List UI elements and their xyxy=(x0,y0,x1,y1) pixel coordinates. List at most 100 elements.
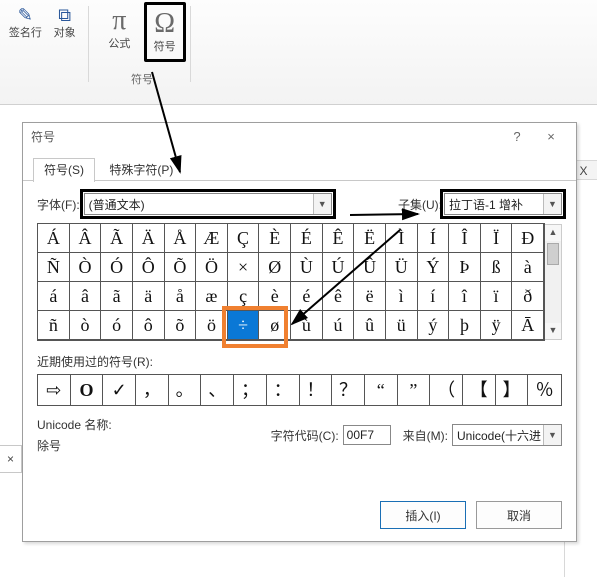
char-cell[interactable]: è xyxy=(259,282,291,311)
char-cell[interactable]: ã xyxy=(101,282,133,311)
scroll-down-icon[interactable]: ▼ xyxy=(545,323,561,339)
char-cell[interactable]: á xyxy=(38,282,70,311)
char-cell[interactable]: ô xyxy=(133,311,165,340)
recent-cell[interactable]: ” xyxy=(398,375,431,405)
recent-cell[interactable]: 】 xyxy=(496,375,529,405)
char-cell[interactable]: ü xyxy=(386,311,418,340)
recent-cell[interactable]: ？ xyxy=(332,375,365,405)
recent-cell[interactable]: ％ xyxy=(528,375,561,405)
dismiss-tab[interactable]: × xyxy=(0,445,22,473)
char-cell[interactable]: ë xyxy=(354,282,386,311)
help-button[interactable]: ? xyxy=(500,125,534,149)
char-cell[interactable]: à xyxy=(512,253,544,282)
recent-cell[interactable]: （ xyxy=(430,375,463,405)
char-cell[interactable]: ß xyxy=(481,253,513,282)
tab-special-chars[interactable]: 特殊字符(P) xyxy=(98,158,184,182)
chevron-down-icon[interactable]: ▼ xyxy=(313,194,331,214)
char-cell[interactable]: Ó xyxy=(101,253,133,282)
char-cell[interactable]: ö xyxy=(196,311,228,340)
subset-combo[interactable]: 拉丁语-1 增补 ▼ xyxy=(444,193,562,215)
char-cell[interactable]: ú xyxy=(323,311,355,340)
chargrid-scrollbar[interactable]: ▲ ▼ xyxy=(545,224,562,340)
recent-cell[interactable]: ✓ xyxy=(103,375,136,405)
tab-symbols[interactable]: 符号(S) xyxy=(33,158,95,182)
char-cell[interactable]: ï xyxy=(481,282,513,311)
char-cell[interactable]: æ xyxy=(196,282,228,311)
char-cell[interactable]: Ø xyxy=(259,253,291,282)
char-cell[interactable]: é xyxy=(291,282,323,311)
char-cell[interactable]: Ö xyxy=(196,253,228,282)
char-cell[interactable]: å xyxy=(165,282,197,311)
signature-line-button[interactable]: ✎ 签名行 xyxy=(7,2,43,42)
char-cell[interactable]: þ xyxy=(449,311,481,340)
char-cell-selected[interactable]: ÷ xyxy=(228,311,260,340)
font-combo[interactable]: (普通文本) ▼ xyxy=(84,193,332,215)
char-cell[interactable]: Ç xyxy=(228,224,260,253)
recent-cell[interactable]: 。 xyxy=(169,375,202,405)
char-cell[interactable]: Ù xyxy=(291,253,323,282)
char-cell[interactable]: ä xyxy=(133,282,165,311)
char-cell[interactable]: Ā xyxy=(512,311,544,340)
char-cell[interactable]: ì xyxy=(386,282,418,311)
scroll-thumb[interactable] xyxy=(547,243,559,265)
char-cell[interactable]: Þ xyxy=(449,253,481,282)
char-cell[interactable]: Ä xyxy=(133,224,165,253)
recent-cell[interactable]: ⇨ xyxy=(38,375,71,405)
char-cell[interactable]: ñ xyxy=(38,311,70,340)
char-cell[interactable]: Ü xyxy=(386,253,418,282)
char-cell[interactable]: ÿ xyxy=(481,311,513,340)
recent-cell[interactable]: 、 xyxy=(201,375,234,405)
char-cell[interactable]: Ï xyxy=(481,224,513,253)
char-cell[interactable]: Ñ xyxy=(38,253,70,282)
charcode-input[interactable] xyxy=(343,425,391,445)
char-cell[interactable]: Õ xyxy=(165,253,197,282)
chevron-down-icon[interactable]: ▼ xyxy=(543,425,561,445)
char-cell[interactable]: Ò xyxy=(70,253,102,282)
recent-cell[interactable]: ： xyxy=(267,375,300,405)
scroll-up-icon[interactable]: ▲ xyxy=(545,225,561,241)
char-cell[interactable]: × xyxy=(228,253,260,282)
char-cell[interactable]: Î xyxy=(449,224,481,253)
char-cell[interactable]: Ë xyxy=(354,224,386,253)
chevron-down-icon[interactable]: ▼ xyxy=(543,194,561,214)
char-cell[interactable]: È xyxy=(259,224,291,253)
recent-cell[interactable]: ！ xyxy=(300,375,333,405)
char-cell[interactable]: ê xyxy=(323,282,355,311)
char-cell[interactable]: É xyxy=(291,224,323,253)
insert-button[interactable]: 插入(I) xyxy=(380,501,466,529)
symbol-button[interactable]: Ω 符号 xyxy=(144,2,186,62)
char-cell[interactable]: í xyxy=(418,282,450,311)
char-cell[interactable]: Ê xyxy=(323,224,355,253)
char-cell[interactable]: â xyxy=(70,282,102,311)
char-cell[interactable]: û xyxy=(354,311,386,340)
char-cell[interactable]: Ð xyxy=(512,224,544,253)
char-cell[interactable]: Å xyxy=(165,224,197,253)
recent-cell[interactable]: ， xyxy=(136,375,169,405)
char-cell[interactable]: Ú xyxy=(323,253,355,282)
char-cell[interactable]: ò xyxy=(70,311,102,340)
recent-cell[interactable]: “ xyxy=(365,375,398,405)
char-cell[interactable]: Ý xyxy=(418,253,450,282)
char-cell[interactable]: ó xyxy=(101,311,133,340)
equation-button[interactable]: π 公式 xyxy=(98,2,140,56)
char-cell[interactable]: Ã xyxy=(101,224,133,253)
char-cell[interactable]: Â xyxy=(70,224,102,253)
char-cell[interactable]: ý xyxy=(418,311,450,340)
char-cell[interactable]: Í xyxy=(418,224,450,253)
char-cell[interactable]: î xyxy=(449,282,481,311)
char-cell[interactable]: ù xyxy=(291,311,323,340)
char-cell[interactable]: Ô xyxy=(133,253,165,282)
char-cell[interactable]: ø xyxy=(259,311,291,340)
recent-cell[interactable]: ； xyxy=(234,375,267,405)
char-cell[interactable]: Ì xyxy=(386,224,418,253)
cancel-button[interactable]: 取消 xyxy=(476,501,562,529)
close-button[interactable]: × xyxy=(534,125,568,149)
char-cell[interactable]: ç xyxy=(228,282,260,311)
char-cell[interactable]: Á xyxy=(38,224,70,253)
from-combo[interactable]: Unicode(十六进 ▼ xyxy=(452,424,562,446)
char-cell[interactable]: Û xyxy=(354,253,386,282)
recent-cell[interactable]: O xyxy=(71,375,104,405)
char-cell[interactable]: õ xyxy=(165,311,197,340)
char-cell[interactable]: ð xyxy=(512,282,544,311)
recent-cell[interactable]: 【 xyxy=(463,375,496,405)
